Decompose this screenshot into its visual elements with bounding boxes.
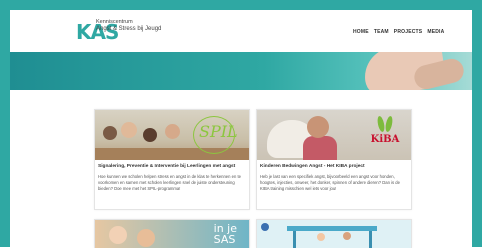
page: KAS Kenniscentrum Angst & Stress bij Jeu… xyxy=(0,0,482,248)
child-face xyxy=(137,229,155,247)
nav-media[interactable]: MEDIA xyxy=(427,29,444,35)
student-figure xyxy=(143,128,157,142)
main-nav: HOME TEAM PROJECTS MEDIA xyxy=(353,29,444,35)
rabbit-ears-icon xyxy=(376,115,394,133)
child-body xyxy=(303,136,337,160)
student-figure xyxy=(165,124,180,139)
bus-stop-post xyxy=(369,231,372,248)
person-figure xyxy=(317,233,325,241)
bus-stop-post xyxy=(293,231,296,248)
card-image-classroom[interactable]: SPIL xyxy=(95,110,249,160)
project-card-kiba[interactable]: KiBA Kinderen Bedwingen Angst - Het KIBA… xyxy=(256,109,412,210)
card-image-4[interactable] xyxy=(257,220,411,248)
badge-icon xyxy=(261,223,269,231)
card-description: Hoe kunnen we scholen helpen stress en a… xyxy=(98,174,241,192)
frame-border-right xyxy=(472,0,482,247)
card-image-text: in je SAS xyxy=(213,222,237,246)
kiba-logo: KiBA xyxy=(367,115,403,156)
frame-border-left xyxy=(0,0,10,247)
logo-text: Kenniscentrum Angst & Stress bij Jeugd xyxy=(96,19,161,33)
child-head xyxy=(307,116,329,138)
site-header: KAS Kenniscentrum Angst & Stress bij Jeu… xyxy=(10,10,472,52)
logo-line-2: Angst & Stress bij Jeugd xyxy=(96,26,162,32)
nav-team[interactable]: TEAM xyxy=(374,29,389,35)
spil-logo-text: SPIL xyxy=(199,122,238,141)
nav-home[interactable]: HOME xyxy=(353,29,369,35)
logo-line-1: Kenniscentrum xyxy=(96,19,133,25)
person-figure xyxy=(343,232,351,240)
card-image-kid-dog[interactable]: KiBA xyxy=(257,110,411,160)
student-figure xyxy=(121,122,137,138)
frame-border-top xyxy=(0,0,482,10)
card-title[interactable]: Signalering, Preventie & Interventie bij… xyxy=(98,164,248,170)
nav-projects[interactable]: PROJECTS xyxy=(394,29,423,35)
child-face xyxy=(109,226,127,244)
site-logo[interactable]: KAS Kenniscentrum Angst & Stress bij Jeu… xyxy=(76,14,226,50)
project-card-spil[interactable]: SPIL Signalering, Preventie & Interventi… xyxy=(94,109,250,210)
hero-banner xyxy=(10,52,472,90)
project-card-4[interactable] xyxy=(256,219,412,248)
card-description: Heb je last van een specifiek angst, bij… xyxy=(260,174,400,192)
student-figure xyxy=(103,126,117,140)
bus-stop-roof xyxy=(287,226,377,231)
kiba-logo-text: KiBA xyxy=(370,134,400,145)
card-image-3[interactable]: in je SAS xyxy=(95,220,249,248)
card-title[interactable]: Kinderen Bedwingen Angst - Het KIBA proj… xyxy=(260,164,410,170)
project-card-3[interactable]: in je SAS xyxy=(94,219,250,248)
